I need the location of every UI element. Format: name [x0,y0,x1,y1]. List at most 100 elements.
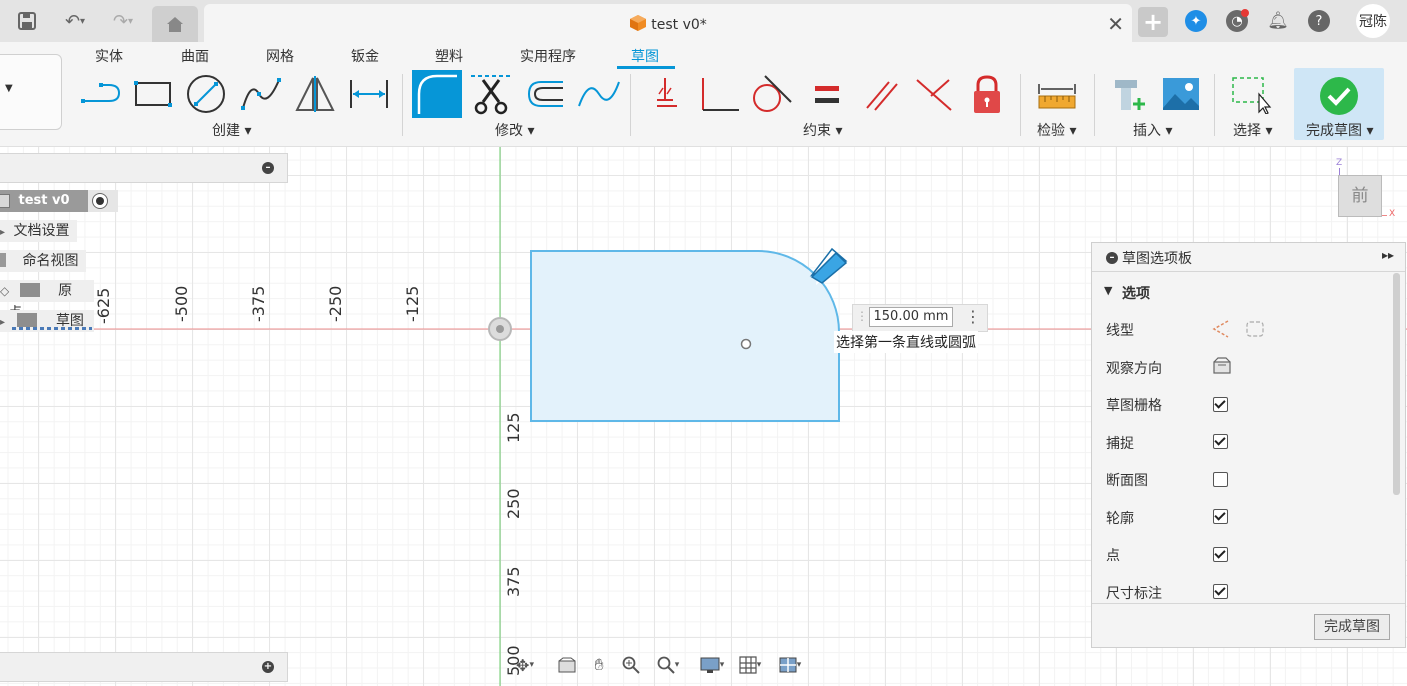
tab-sketch[interactable]: 草图 [631,46,659,66]
insert-bolt-icon [1115,80,1145,110]
section-collapse-icon[interactable]: ▼ [1104,284,1112,297]
browser-item-named-views[interactable]: 命名视图 [0,250,87,272]
fillet-tool[interactable] [412,70,462,118]
offset-tool[interactable] [522,72,568,116]
tab-sheet-metal[interactable]: 钣金 [351,46,379,66]
look-at-icon[interactable] [1212,357,1232,379]
profile-label: 轮廓 [1106,511,1134,527]
finish-sketch-button[interactable]: 完成草图 ▾ [1294,68,1384,140]
browser-item-document-settings[interactable]: ▸ 文档设置 [0,220,78,242]
collapse-palette-icon[interactable]: – [1106,252,1118,264]
expand-arrow-icon: ▸ [0,227,6,238]
expand-palette-icon[interactable]: ▸▸ [1382,248,1394,262]
active-radio-icon[interactable] [92,193,108,209]
sketch-palette-header[interactable]: – 草图选项板 ▸▸ [1092,243,1405,272]
trim-tool[interactable] [468,72,514,116]
tangent-constraint-tool[interactable] [748,72,794,116]
palette-finish-sketch-button[interactable]: 完成草图 [1314,614,1390,640]
modify-group-label[interactable]: 修改 ▾ [495,120,534,140]
viewcube[interactable]: 前 [1338,175,1382,217]
redo-button[interactable]: ↷ ▾ [106,10,140,32]
measure-tool[interactable] [1034,72,1080,116]
tab-mesh[interactable]: 网格 [266,46,294,66]
lock-icon [974,75,1000,113]
display-settings-icon[interactable]: ▾ [694,654,730,676]
collapse-browser-icon[interactable]: – [262,162,274,174]
coincident-constraint-tool[interactable] [642,72,688,116]
browser-panel-header[interactable]: – [0,153,288,183]
zoom-window-icon[interactable]: ▾ [650,654,686,676]
expand-arrow-icon: ◇ [0,284,10,298]
profile-checkbox[interactable] [1213,509,1228,524]
circle-tool[interactable] [183,72,229,116]
job-status-icon[interactable]: ◔ [1226,9,1249,32]
insert-image-tool[interactable] [1158,72,1204,116]
tab-utilities[interactable]: 实用程序 [520,46,576,66]
symmetry-constraint-tool[interactable] [910,72,956,116]
construction-linetype-icon[interactable] [1210,319,1232,343]
arc-center-point[interactable] [740,338,752,350]
save-icon[interactable] [16,10,38,32]
sketch-profile[interactable] [530,250,840,422]
snap-checkbox[interactable] [1213,434,1228,449]
drag-handle-icon[interactable]: ⋮ [856,309,868,323]
sketch-palette-title: 草图选项板 [1122,251,1192,267]
select-tool[interactable] [1228,72,1274,116]
slice-checkbox[interactable] [1213,472,1228,487]
x-axis-tick: -250 [326,285,345,322]
extend-curve-tool[interactable] [576,72,622,116]
mirror-tool[interactable] [292,72,338,116]
look-at-nav-icon[interactable] [552,654,582,676]
grid-settings-icon[interactable]: ▾ [732,654,768,676]
tab-plastic[interactable]: 塑料 [435,46,463,66]
line-tool[interactable] [78,72,124,116]
dimension-tool[interactable] [346,72,392,116]
viewports-icon[interactable]: ▾ [772,654,808,676]
fix-constraint-tool[interactable] [964,72,1010,116]
orbit-icon[interactable]: ✥ ▾ [510,654,540,676]
mirror-icon [295,76,335,112]
extensions-icon[interactable]: ✦ [1185,10,1207,32]
expand-comments-icon[interactable]: + [262,661,274,673]
constraints-group-label[interactable]: 约束 ▾ [803,120,842,140]
inspect-group-label[interactable]: 检验 ▾ [1037,120,1076,140]
select-group-label[interactable]: 选择 ▾ [1233,120,1272,140]
create-group-label[interactable]: 创建 ▾ [212,120,251,140]
navigation-bar: ✥ ▾ ✋︎ ▾ ▾ ▾ ▾ [510,650,810,680]
user-name: 冠陈 [1359,14,1387,30]
browser-item-origin[interactable]: ◇ 原点 [0,280,94,321]
workspace-switcher[interactable]: ▼ [0,54,62,130]
tab-solid[interactable]: 实体 [95,46,123,66]
parallel-constraint-tool[interactable] [858,72,904,116]
centerline-linetype-icon[interactable] [1244,319,1266,343]
close-tab-icon[interactable]: ✕ [1107,12,1124,36]
pan-hand-icon[interactable]: ✋︎ [584,654,614,676]
more-options-icon[interactable]: ⋮ [965,307,981,326]
insert-component-tool[interactable] [1108,72,1154,116]
rectangle-tool[interactable] [130,72,176,116]
notifications-bell-icon[interactable]: 🔔︎ [1267,10,1289,32]
home-button[interactable] [152,6,198,42]
tab-surface[interactable]: 曲面 [181,46,209,66]
perpendicular-constraint-tool[interactable] [696,72,742,116]
insert-group-label[interactable]: 插入 ▾ [1133,120,1172,140]
zoom-icon[interactable] [616,654,646,676]
dimension-icon [350,80,388,108]
browser-root-label[interactable]: test v0 [0,190,88,212]
undo-button[interactable]: ↶ ▾ [58,10,92,32]
user-avatar[interactable]: 冠陈 [1356,4,1390,38]
comments-panel-header[interactable]: + [0,652,288,682]
home-icon [167,17,183,32]
spline-tool[interactable] [238,72,284,116]
sketch-grid-checkbox[interactable] [1213,397,1228,412]
new-tab-button[interactable]: + [1138,7,1168,37]
help-icon[interactable]: ? [1308,10,1330,32]
look-at-label: 观察方向 [1106,361,1162,377]
dimensions-checkbox[interactable] [1213,584,1228,599]
points-label: 点 [1106,548,1120,564]
dimension-input[interactable] [869,307,953,327]
document-tab[interactable]: test v0* ✕ [204,4,1132,42]
equal-constraint-tool[interactable] [804,72,850,116]
palette-scrollbar[interactable] [1393,273,1400,495]
points-checkbox[interactable] [1213,547,1228,562]
